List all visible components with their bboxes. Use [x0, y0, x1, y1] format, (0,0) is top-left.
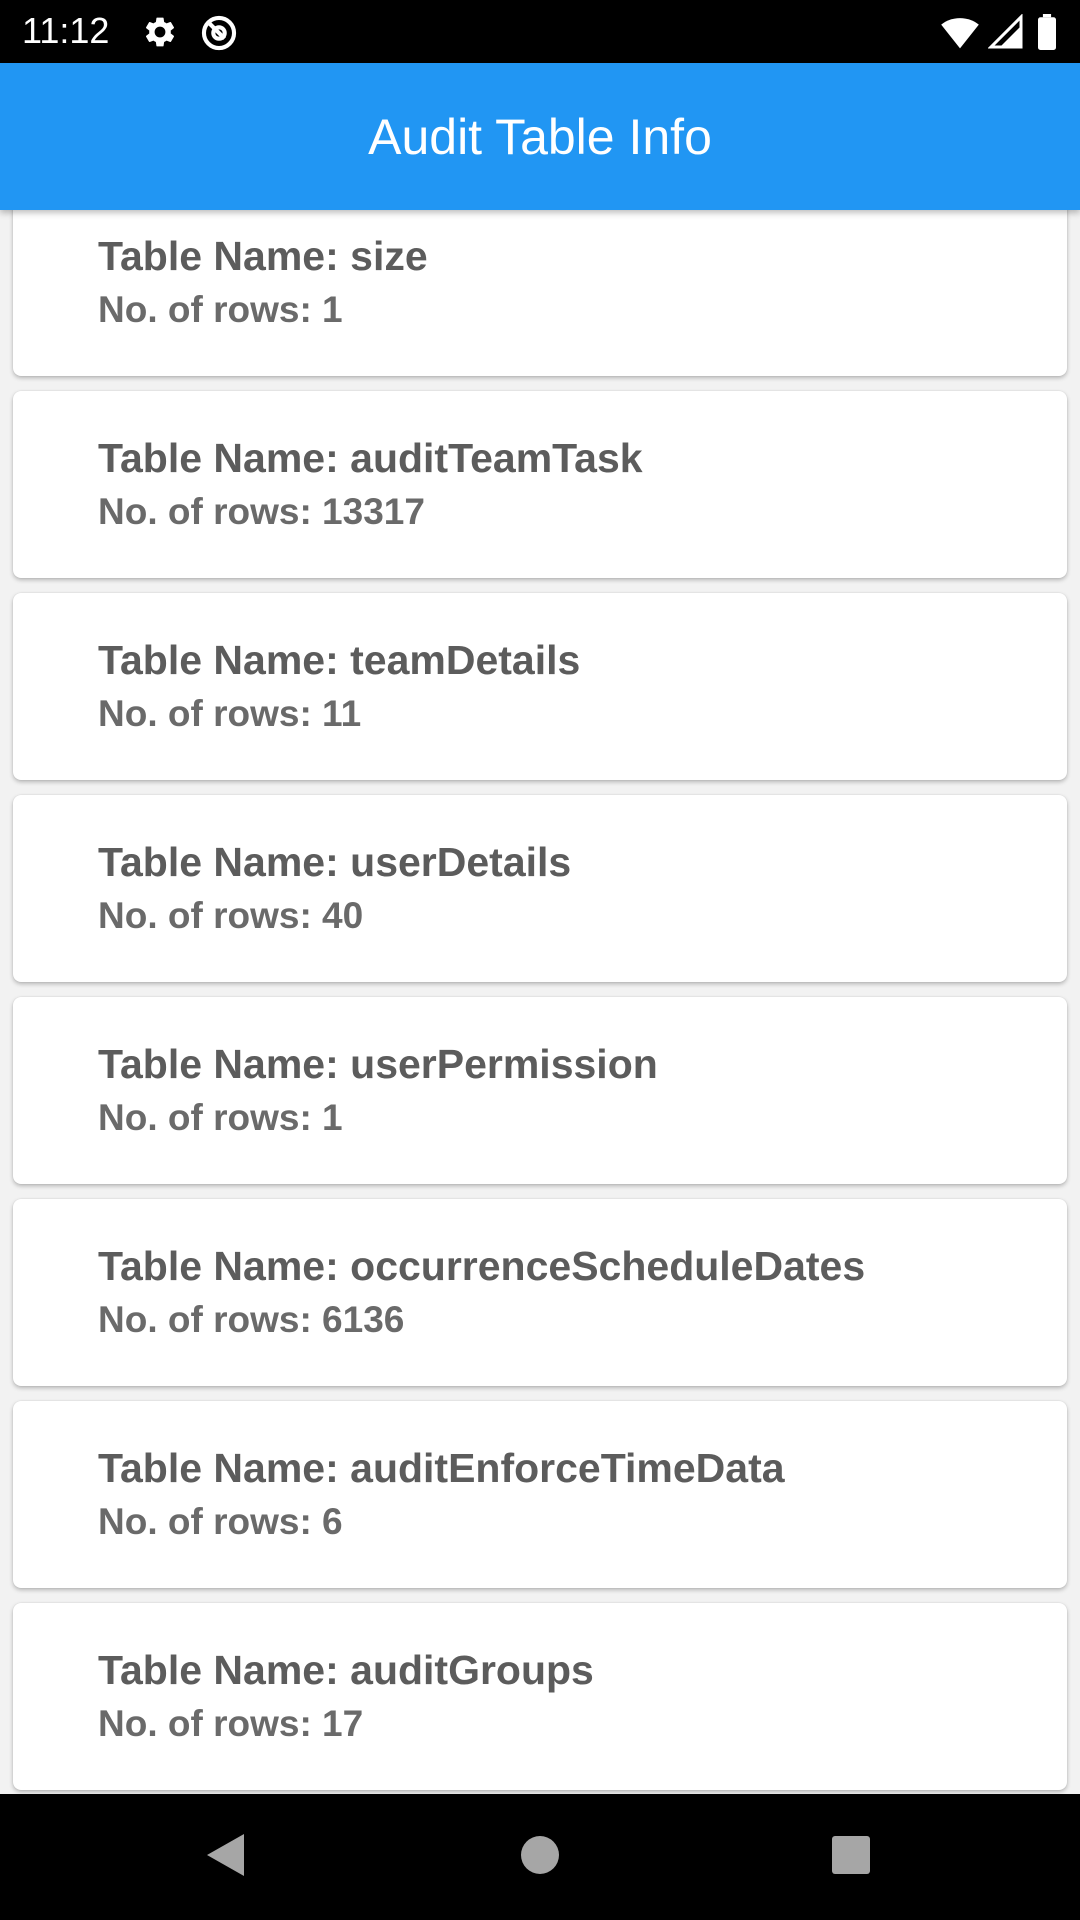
- row-count-label: No. of rows: 6: [98, 1501, 343, 1542]
- back-icon: [204, 1832, 246, 1883]
- table-info-list[interactable]: Table Name: size No. of rows: 1 Table Na…: [0, 210, 1080, 1794]
- list-item[interactable]: Table Name: auditEnforceTimeData No. of …: [13, 1401, 1067, 1588]
- status-time: 11:12: [22, 10, 110, 51]
- row-count-label: No. of rows: 40: [98, 895, 364, 936]
- row-count-label: No. of rows: 13317: [98, 491, 425, 532]
- navigation-bar: [0, 1794, 1080, 1920]
- battery-icon: [1036, 14, 1058, 55]
- wifi-icon: [940, 14, 980, 55]
- table-name-label: Table Name: userDetails: [98, 839, 572, 885]
- table-name-label: Table Name: auditEnforceTimeData: [98, 1445, 785, 1491]
- list-item[interactable]: Table Name: userPermission No. of rows: …: [13, 997, 1067, 1184]
- list-item[interactable]: Table Name: teamDetails No. of rows: 11: [13, 593, 1067, 780]
- list-item[interactable]: Table Name: auditTeamTask No. of rows: 1…: [13, 391, 1067, 578]
- table-name-label: Table Name: userPermission: [98, 1041, 658, 1087]
- recents-icon: [831, 1835, 871, 1880]
- recents-button[interactable]: [821, 1827, 881, 1887]
- at-sign-icon: [200, 14, 238, 57]
- table-name-label: Table Name: occurrenceScheduleDates: [98, 1243, 866, 1289]
- row-count-label: No. of rows: 11: [98, 693, 362, 734]
- status-bar: 11:12: [0, 0, 1080, 63]
- gear-icon: [142, 14, 178, 55]
- row-count-label: No. of rows: 17: [98, 1703, 364, 1744]
- list-item[interactable]: Table Name: size No. of rows: 1: [13, 210, 1067, 376]
- table-name-label: Table Name: size: [98, 233, 428, 279]
- row-count-label: No. of rows: 1: [98, 1097, 343, 1138]
- page-title: Audit Table Info: [368, 108, 712, 165]
- home-button[interactable]: [510, 1827, 570, 1887]
- app-bar: Audit Table Info: [0, 63, 1080, 210]
- row-count-label: No. of rows: 1: [98, 289, 343, 330]
- table-name-label: Table Name: teamDetails: [98, 637, 581, 683]
- signal-icon: [987, 13, 1024, 55]
- back-button[interactable]: [195, 1827, 255, 1887]
- home-icon: [520, 1835, 560, 1880]
- table-name-label: Table Name: auditGroups: [98, 1647, 594, 1693]
- row-count-label: No. of rows: 6136: [98, 1299, 405, 1340]
- list-item[interactable]: Table Name: auditGroups No. of rows: 17: [13, 1603, 1067, 1790]
- list-item[interactable]: Table Name: userDetails No. of rows: 40: [13, 795, 1067, 982]
- list-item[interactable]: Table Name: occurrenceScheduleDates No. …: [13, 1199, 1067, 1386]
- table-name-label: Table Name: auditTeamTask: [98, 435, 643, 481]
